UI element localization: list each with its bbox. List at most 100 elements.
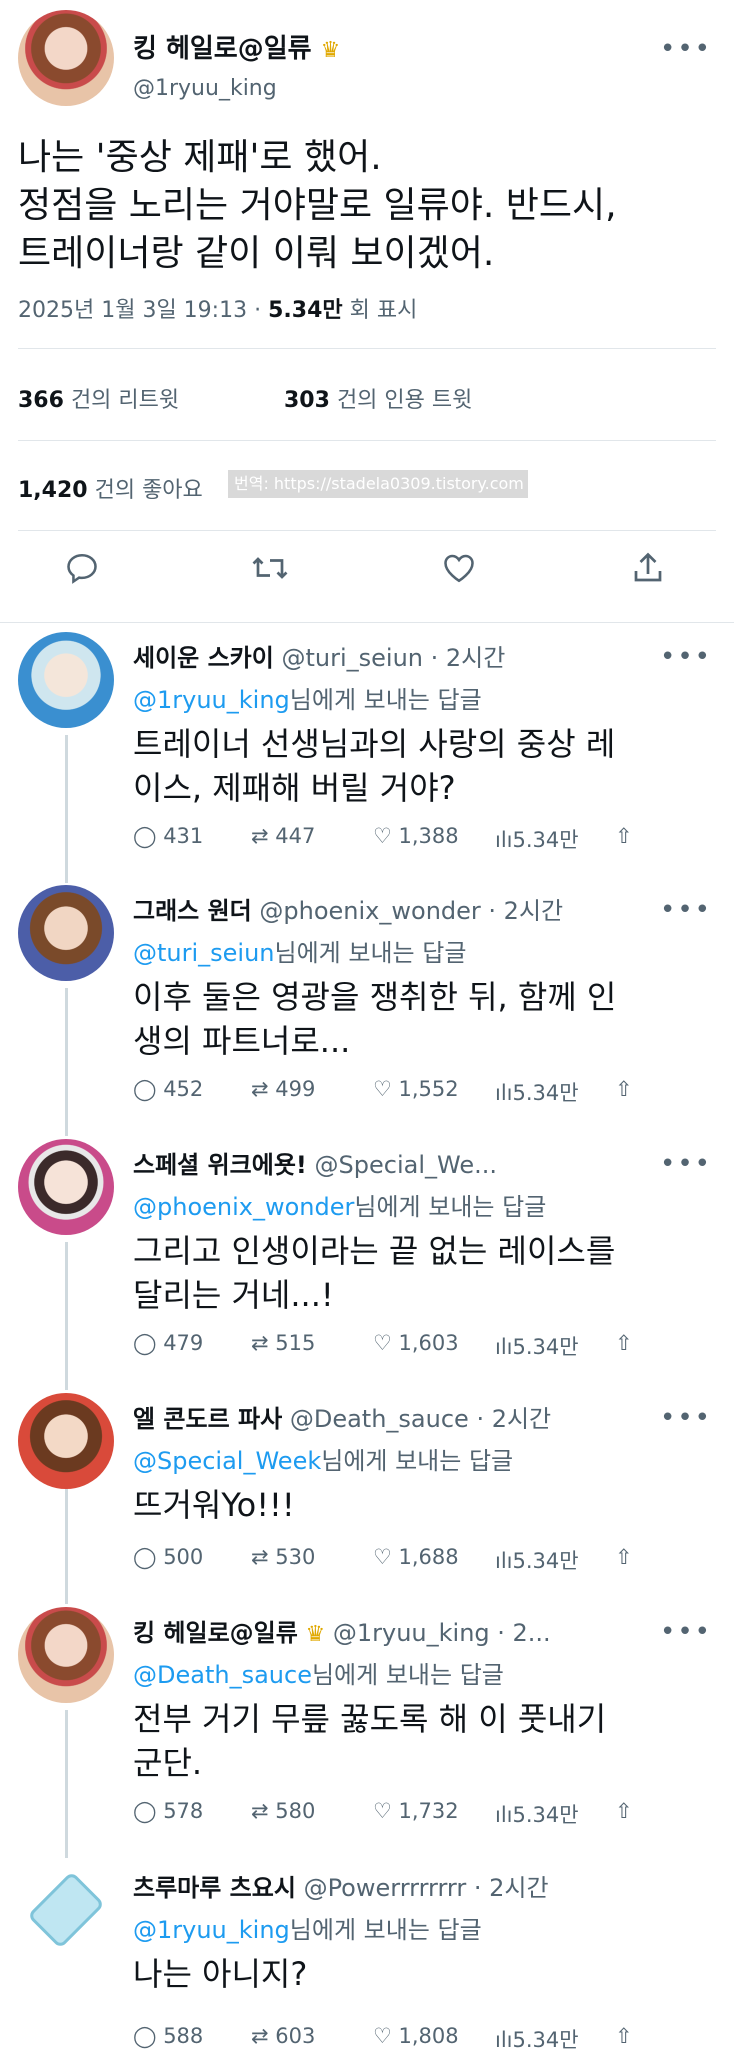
author-handle[interactable]: @Death_sauce: [290, 1405, 469, 1433]
retweet-count: 603: [275, 2024, 316, 2048]
author-handle[interactable]: @Powerrrrrrrr: [304, 1874, 467, 1902]
reply-count-button[interactable]: ◯ 431: [133, 824, 203, 848]
reply-text: 나는 아니지?: [133, 1952, 703, 1996]
retweet-count-button[interactable]: ⇄ 515: [251, 1331, 315, 1355]
replying-to-handle[interactable]: @Death_sauce: [133, 1661, 312, 1689]
views-count-button[interactable]: ılı5.34만: [495, 1077, 579, 1107]
replying-to-handle[interactable]: @1ryuu_king: [133, 1916, 290, 1944]
share-icon[interactable]: ⇧: [615, 1799, 633, 1823]
reply-count-button[interactable]: ◯ 588: [133, 2024, 203, 2048]
like-count-button[interactable]: ♡ 1,732: [373, 1799, 459, 1823]
reply-count-button[interactable]: ◯ 452: [133, 1077, 203, 1101]
reply-time[interactable]: · 2시간: [474, 1874, 549, 1902]
like-count-button[interactable]: ♡ 1,388: [373, 824, 459, 848]
like-count: 1,603: [398, 1331, 459, 1355]
retweet-count: 580: [275, 1799, 316, 1823]
author-name[interactable]: 그래스 원더: [133, 897, 252, 925]
share-icon[interactable]: ⇧: [615, 824, 633, 848]
divider: [18, 530, 716, 531]
author-handle[interactable]: @turi_seiun: [281, 644, 423, 672]
retweet-count-button[interactable]: ⇄ 603: [251, 2024, 315, 2048]
like-count-button[interactable]: ♡ 1,552: [373, 1077, 459, 1101]
reply-header: 엘 콘도르 파사 @Death_sauce · 2시간: [133, 1399, 551, 1434]
replying-to-handle[interactable]: @1ryuu_king: [133, 686, 290, 714]
author-handle[interactable]: @Special_We...: [315, 1151, 497, 1179]
retweets-stat[interactable]: 366 건의 리트윗: [18, 382, 179, 414]
retweet-count-button[interactable]: ⇄ 499: [251, 1077, 315, 1101]
timestamp[interactable]: 2025년 1월 3일 19:13: [18, 298, 247, 323]
avatar[interactable]: [18, 1139, 114, 1235]
quotes-stat[interactable]: 303 건의 인용 트윗: [284, 382, 472, 414]
replying-to-suffix: 님에게 보내는 답글: [289, 1916, 482, 1944]
like-count-button[interactable]: ♡ 1,688: [373, 1545, 459, 1569]
share-icon[interactable]: ⇧: [615, 1545, 633, 1569]
author-handle[interactable]: @phoenix_wonder: [259, 897, 480, 925]
more-options-icon[interactable]: •••: [660, 36, 712, 62]
like-count-button[interactable]: ♡ 1,808: [373, 2024, 459, 2048]
more-options-icon[interactable]: •••: [660, 1619, 712, 1645]
tweet-line: 정점을 노리는 거야말로 일류야. 반드시,: [18, 185, 617, 226]
author-name[interactable]: 세이운 스카이: [133, 644, 274, 672]
author-name[interactable]: 스페셜 위크에욧!: [133, 1151, 307, 1179]
views-count-button[interactable]: ılı5.34만: [495, 1545, 579, 1575]
views-count-button[interactable]: ılı5.34만: [495, 1331, 579, 1361]
views-count-button[interactable]: ılı5.34만: [495, 824, 579, 854]
author-name[interactable]: 킹 헤일로@일류: [133, 1619, 298, 1647]
replying-to-handle[interactable]: @turi_seiun: [133, 939, 275, 967]
views-count-button[interactable]: ılı5.34만: [495, 1799, 579, 1829]
reply-time[interactable]: · 2시간: [488, 897, 563, 925]
reply-count-button[interactable]: ◯ 479: [133, 1331, 203, 1355]
reply-count-button[interactable]: ◯ 500: [133, 1545, 203, 1569]
author-name[interactable]: 엘 콘도르 파사: [133, 1405, 282, 1433]
reply-line: 뜨거워Yo!!!: [133, 1486, 295, 1524]
divider: [18, 348, 716, 349]
divider: [0, 622, 734, 623]
avatar[interactable]: [18, 1393, 114, 1489]
more-options-icon[interactable]: •••: [660, 897, 712, 923]
reply-header: 세이운 스카이 @turi_seiun · 2시간: [133, 638, 505, 673]
reply-header: 킹 헤일로@일류 ♛ @1ryuu_king · 2...: [133, 1613, 551, 1648]
like-count: 1,388: [398, 824, 459, 848]
reply-count-button[interactable]: ◯ 578: [133, 1799, 203, 1823]
likes-label: 건의 좋아요: [94, 478, 203, 503]
author-name[interactable]: 츠루마루 츠요시: [133, 1874, 296, 1902]
avatar[interactable]: [18, 632, 114, 728]
author-handle[interactable]: @1ryuu_king: [133, 76, 277, 101]
reply-line: 달리는 거네...!: [133, 1276, 334, 1314]
retweet-icon[interactable]: [250, 550, 290, 590]
author-handle[interactable]: @1ryuu_king · 2...: [333, 1619, 551, 1647]
avatar[interactable]: [18, 10, 114, 106]
likes-stat[interactable]: 1,420 건의 좋아요: [18, 472, 203, 504]
retweet-count-button[interactable]: ⇄ 580: [251, 1799, 315, 1823]
replying-to-suffix: 님에게 보내는 답글: [311, 1661, 504, 1689]
replying-to: @Death_sauce님에게 보내는 답글: [133, 1655, 504, 1690]
share-icon[interactable]: ⇧: [615, 1331, 633, 1355]
like-icon[interactable]: [440, 550, 480, 590]
views-count: 5.34만: [512, 1549, 579, 1573]
share-icon[interactable]: ⇧: [615, 2024, 633, 2048]
retweet-count-button[interactable]: ⇄ 447: [251, 824, 315, 848]
avatar-image: [30, 1874, 102, 1946]
like-count-button[interactable]: ♡ 1,603: [373, 1331, 459, 1355]
reply-icon[interactable]: [64, 550, 104, 590]
retweets-count: 366: [18, 388, 64, 413]
views-count-button[interactable]: ılı5.34만: [495, 2024, 579, 2054]
share-icon[interactable]: [630, 550, 670, 590]
avatar[interactable]: [18, 885, 114, 981]
replying-to: @phoenix_wonder님에게 보내는 답글: [133, 1187, 546, 1222]
avatar[interactable]: [18, 1607, 114, 1703]
reply-time[interactable]: · 2시간: [476, 1405, 551, 1433]
share-icon[interactable]: ⇧: [615, 1077, 633, 1101]
avatar[interactable]: [18, 1862, 114, 1958]
thread-connector: [65, 735, 68, 883]
more-options-icon[interactable]: •••: [660, 1151, 712, 1177]
author-name[interactable]: 킹 헤일로@일류 ♛: [133, 28, 340, 65]
replying-to-handle[interactable]: @phoenix_wonder: [133, 1193, 354, 1221]
reply-time[interactable]: · 2시간: [431, 644, 506, 672]
replying-to-handle[interactable]: @Special_Week: [133, 1447, 321, 1475]
reply-count: 431: [163, 824, 204, 848]
more-options-icon[interactable]: •••: [660, 644, 712, 670]
retweet-count-button[interactable]: ⇄ 530: [251, 1545, 315, 1569]
more-options-icon[interactable]: •••: [660, 1405, 712, 1431]
translation-watermark: 번역: https://stadela0309.tistory.com: [228, 470, 528, 498]
